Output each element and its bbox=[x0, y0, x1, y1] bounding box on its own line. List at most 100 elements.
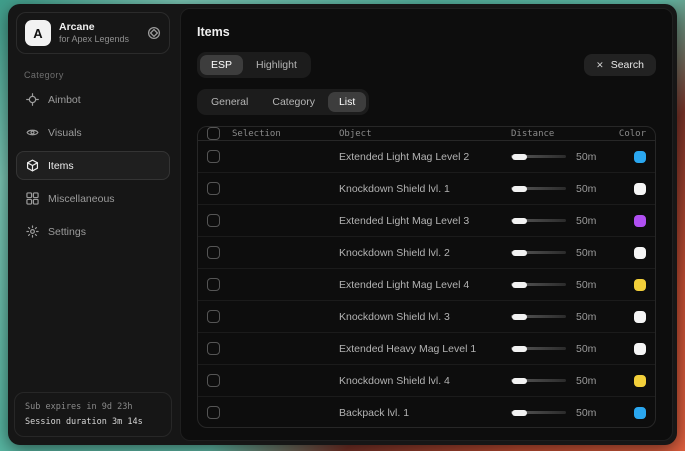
row-checkbox[interactable] bbox=[207, 182, 220, 195]
app-header-card: A Arcane for Apex Legends bbox=[16, 12, 170, 54]
table-header-row: Selection Object Distance Color bbox=[198, 127, 655, 141]
object-label: Knockdown Shield lvl. 3 bbox=[339, 311, 511, 323]
color-swatch[interactable] bbox=[634, 151, 646, 163]
slider-knob[interactable] bbox=[512, 250, 527, 256]
row-checkbox[interactable] bbox=[207, 214, 220, 227]
sidebar-item-settings[interactable]: Settings bbox=[16, 217, 170, 246]
session-duration-text: Session duration 3m 14s bbox=[25, 415, 161, 429]
distance-value: 50m bbox=[576, 279, 604, 291]
page-title: Items bbox=[197, 25, 656, 39]
distance-slider[interactable] bbox=[511, 186, 566, 192]
tab-category[interactable]: Category bbox=[261, 92, 326, 112]
slider-knob[interactable] bbox=[512, 346, 527, 352]
row-checkbox[interactable] bbox=[207, 374, 220, 387]
distance-slider[interactable] bbox=[511, 410, 566, 416]
distance-slider[interactable] bbox=[511, 282, 566, 288]
object-label: Knockdown Shield lvl. 4 bbox=[339, 375, 511, 387]
distance-value: 50m bbox=[576, 215, 604, 227]
object-label: Extended Light Mag Level 2 bbox=[339, 151, 511, 163]
color-swatch[interactable] bbox=[634, 311, 646, 323]
table-row: Extended Light Mag Level 3 50m bbox=[198, 205, 655, 237]
tab-list[interactable]: List bbox=[328, 92, 366, 112]
column-header-distance: Distance bbox=[511, 129, 604, 139]
column-header-object: Object bbox=[339, 129, 511, 139]
package-icon bbox=[26, 159, 39, 172]
search-button[interactable]: ✕ Search bbox=[584, 54, 656, 76]
items-table: Selection Object Distance Color Extended… bbox=[197, 126, 656, 428]
sidebar-item-items[interactable]: Items bbox=[16, 151, 170, 180]
app-subtitle: for Apex Legends bbox=[59, 34, 129, 45]
object-label: Backpack lvl. 1 bbox=[339, 407, 511, 419]
distance-slider[interactable] bbox=[511, 346, 566, 352]
color-swatch[interactable] bbox=[634, 183, 646, 195]
table-body: Extended Light Mag Level 2 50m Knockdown… bbox=[198, 141, 655, 428]
row-checkbox[interactable] bbox=[207, 246, 220, 259]
row-checkbox[interactable] bbox=[207, 342, 220, 355]
main-panel: Items ESPHighlight ✕ Search GeneralCateg… bbox=[180, 8, 673, 441]
distance-value: 50m bbox=[576, 407, 604, 419]
table-row: Extended Light Mag Level 2 50m bbox=[198, 141, 655, 173]
color-swatch[interactable] bbox=[634, 215, 646, 227]
sidebar-item-aimbot[interactable]: Aimbot bbox=[16, 85, 170, 114]
app-name: Arcane bbox=[59, 21, 129, 34]
row-checkbox[interactable] bbox=[207, 310, 220, 323]
distance-slider[interactable] bbox=[511, 250, 566, 256]
sidebar-item-visuals[interactable]: Visuals bbox=[16, 118, 170, 147]
distance-slider[interactable] bbox=[511, 378, 566, 384]
color-swatch[interactable] bbox=[634, 407, 646, 419]
row-checkbox[interactable] bbox=[207, 278, 220, 291]
object-label: Knockdown Shield lvl. 2 bbox=[339, 247, 511, 259]
view-tab-group: GeneralCategoryList bbox=[197, 89, 369, 115]
arcane-window: A Arcane for Apex Legends Category Aimbo… bbox=[8, 4, 677, 445]
slider-knob[interactable] bbox=[512, 218, 527, 224]
table-row: Knockdown Shield lvl. 2 50m bbox=[198, 237, 655, 269]
tab-esp[interactable]: ESP bbox=[200, 55, 243, 75]
distance-value: 50m bbox=[576, 183, 604, 195]
slider-knob[interactable] bbox=[512, 186, 527, 192]
distance-slider[interactable] bbox=[511, 154, 566, 160]
object-label: Knockdown Shield lvl. 1 bbox=[339, 183, 511, 195]
object-label: Extended Light Mag Level 3 bbox=[339, 215, 511, 227]
gear-icon bbox=[26, 225, 39, 238]
distance-value: 50m bbox=[576, 375, 604, 387]
slider-knob[interactable] bbox=[512, 154, 527, 160]
search-button-label: Search bbox=[611, 59, 644, 71]
distance-value: 50m bbox=[576, 311, 604, 323]
row-checkbox[interactable] bbox=[207, 406, 220, 419]
distance-slider[interactable] bbox=[511, 218, 566, 224]
crosshair-icon bbox=[26, 93, 39, 106]
app-logo: A bbox=[25, 20, 51, 46]
row-checkbox[interactable] bbox=[207, 150, 220, 163]
sidebar-item-label: Settings bbox=[48, 226, 86, 238]
category-section-label: Category bbox=[24, 70, 162, 80]
tab-highlight[interactable]: Highlight bbox=[245, 55, 308, 75]
sidebar-item-miscellaneous[interactable]: Miscellaneous bbox=[16, 184, 170, 213]
distance-value: 50m bbox=[576, 343, 604, 355]
distance-value: 50m bbox=[576, 247, 604, 259]
table-row: Extended Light Mag Level 4 50m bbox=[198, 269, 655, 301]
column-header-color: Color bbox=[604, 129, 646, 139]
select-all-checkbox[interactable] bbox=[207, 127, 220, 140]
object-label: Extended Light Mag Level 4 bbox=[339, 279, 511, 291]
session-info-card: Sub expires in 9d 23h Session duration 3… bbox=[14, 392, 172, 437]
eye-icon bbox=[26, 126, 39, 139]
color-swatch[interactable] bbox=[634, 279, 646, 291]
toolbar: ESPHighlight ✕ Search bbox=[197, 52, 656, 78]
distance-slider[interactable] bbox=[511, 314, 566, 320]
slider-knob[interactable] bbox=[512, 378, 527, 384]
slider-knob[interactable] bbox=[512, 282, 527, 288]
view-tabs-row: GeneralCategoryList bbox=[197, 89, 656, 115]
tab-general[interactable]: General bbox=[200, 92, 259, 112]
slider-knob[interactable] bbox=[512, 314, 527, 320]
gem-icon[interactable] bbox=[147, 26, 161, 40]
table-row: Knockdown Shield lvl. 1 50m bbox=[198, 173, 655, 205]
color-swatch[interactable] bbox=[634, 343, 646, 355]
color-swatch[interactable] bbox=[634, 247, 646, 259]
slider-knob[interactable] bbox=[512, 410, 527, 416]
sidebar-item-label: Visuals bbox=[48, 127, 82, 139]
mode-tab-group: ESPHighlight bbox=[197, 52, 311, 78]
sidebar-item-label: Miscellaneous bbox=[48, 193, 115, 205]
column-header-selection: Selection bbox=[232, 129, 281, 139]
sidebar: A Arcane for Apex Legends Category Aimbo… bbox=[8, 4, 178, 445]
color-swatch[interactable] bbox=[634, 375, 646, 387]
